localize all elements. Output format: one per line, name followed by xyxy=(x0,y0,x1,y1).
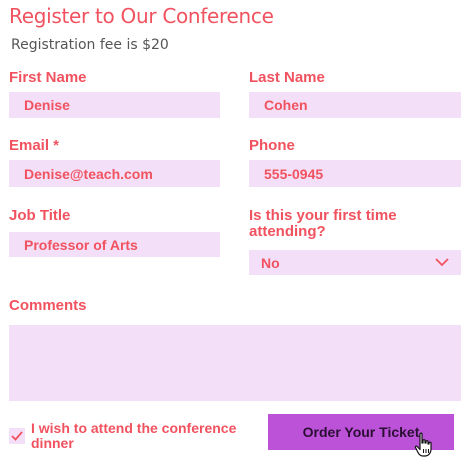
phone-value: 555-0945 xyxy=(264,165,324,182)
comments-textarea[interactable] xyxy=(9,325,461,401)
first-name-label: First Name xyxy=(9,69,87,86)
first-name-field[interactable]: Denise xyxy=(9,92,220,118)
first-name-value: Denise xyxy=(24,97,70,113)
chevron-down-icon xyxy=(435,258,449,268)
first-time-selected-value: No xyxy=(261,254,280,271)
page-title: Register to Our Conference xyxy=(9,4,274,28)
last-name-label: Last Name xyxy=(249,69,325,86)
last-name-field[interactable]: Cohen xyxy=(249,92,461,118)
dinner-checkbox[interactable] xyxy=(9,428,25,444)
hand-pointer-icon xyxy=(414,432,432,457)
order-ticket-label: Order Your Ticket xyxy=(302,424,420,440)
last-name-value: Cohen xyxy=(264,97,308,113)
job-title-label: Job Title xyxy=(9,207,71,224)
email-field[interactable]: Denise@teach.com xyxy=(9,160,220,187)
job-title-value: Professor of Arts xyxy=(24,236,138,253)
phone-field[interactable]: 555-0945 xyxy=(249,160,461,187)
email-value: Denise@teach.com xyxy=(24,165,153,182)
checkmark-icon xyxy=(11,431,23,441)
email-label: Email * xyxy=(9,137,60,154)
first-time-label-line1: Is this your first time xyxy=(249,207,397,224)
first-time-label: Is this your first time attending? xyxy=(249,208,397,240)
first-time-label-line2: attending? xyxy=(249,223,326,240)
first-time-select[interactable]: No xyxy=(249,250,461,275)
dinner-label-line1: I wish to attend the conference xyxy=(31,420,237,436)
comments-label: Comments xyxy=(9,297,87,314)
registration-fee-text: Registration fee is $20 xyxy=(11,37,169,53)
job-title-field[interactable]: Professor of Arts xyxy=(9,232,220,257)
dinner-checkbox-label[interactable]: I wish to attend the conference dinner xyxy=(31,421,261,451)
dinner-label-line2: dinner xyxy=(31,435,74,451)
phone-label: Phone xyxy=(249,137,295,154)
